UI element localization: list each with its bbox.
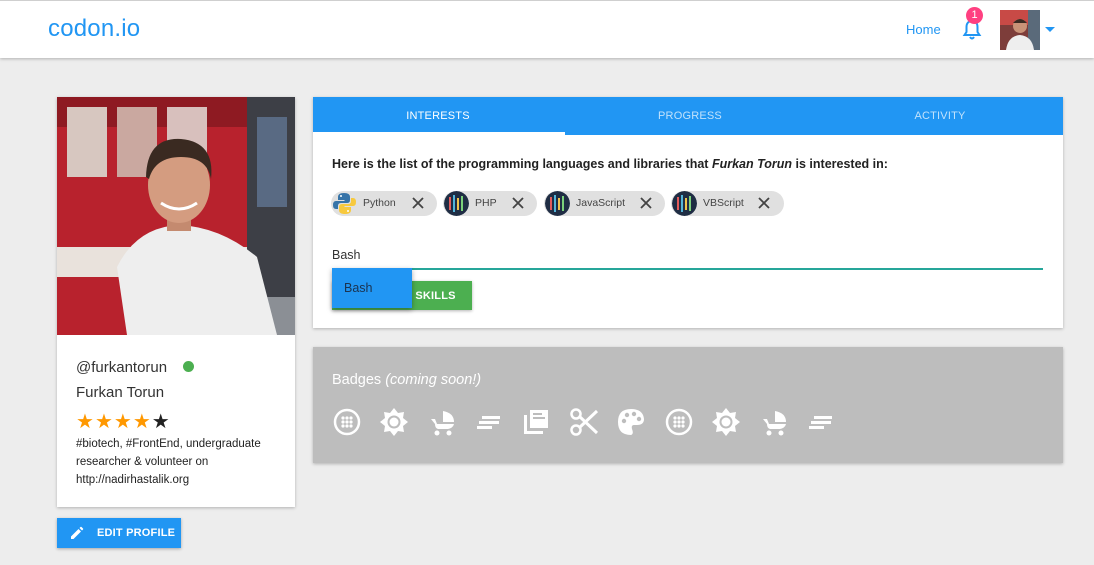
short-text-icon [809,416,832,429]
chip-label: Python [363,197,396,209]
top-navbar: codon.io Home 1 [0,0,1094,58]
close-icon[interactable] [757,196,771,210]
intro-text-end: is interested in: [792,157,888,171]
library-books-icon [524,410,548,434]
chip-label: PHP [475,197,497,209]
nav-home-link[interactable]: Home [906,22,941,37]
active-tab-indicator [313,132,565,135]
account-menu-caret[interactable] [1045,27,1055,32]
code-thumbnail-icon [444,191,469,216]
edit-profile-label: EDIT PROFILE [97,527,176,539]
blur-circular-icon [333,408,361,436]
interests-card: INTERESTS PROGRESS ACTIVITY Here is the … [313,97,1063,328]
profile-bio: #biotech, #FrontEnd, undergraduate resea… [76,438,261,486]
chip-label: VBScript [703,197,744,209]
edit-profile-button[interactable]: EDIT PROFILE [57,518,181,548]
badges-card: Badges (coming soon!) [313,347,1063,463]
star-icon: ★ [132,411,152,433]
badges-title: Badges (coming soon!) [332,372,481,388]
chip-label: JavaScript [576,197,626,209]
close-icon[interactable] [411,196,425,210]
blur-circular-icon [665,408,693,436]
short-text-icon [477,416,500,429]
autocomplete-option[interactable]: Bash [344,281,373,295]
brand-logo[interactable]: codon.io [48,15,140,43]
star-icon: ★ [113,411,133,433]
chip-vbscript: VBScript [671,191,784,216]
tab-activity[interactable]: ACTIVITY [815,97,1065,135]
badges-title-note: (coming soon!) [385,372,482,388]
brightness-icon [380,408,408,436]
chip-python: Python [331,191,437,216]
star-icon: ★ [76,411,95,433]
profile-photo [57,97,295,335]
stroller-icon [431,411,454,436]
interests-intro: Here is the list of the programming lang… [332,157,888,171]
autocomplete-dropdown: Bash [332,268,412,308]
palette-icon [618,409,644,435]
tab-interests[interactable]: INTERESTS [313,97,563,135]
pencil-icon [71,526,84,539]
profile-full-name: Furkan Torun [76,384,165,401]
python-logo-icon [332,191,357,216]
profile-username: @furkantorun [76,359,168,376]
star-outline-icon: ★ [151,411,171,433]
code-thumbnail-icon [672,191,697,216]
online-status-dot [183,361,194,372]
intro-user-name: Furkan Torun [711,157,793,171]
avatar[interactable] [1000,10,1040,50]
tab-progress[interactable]: PROGRESS [565,97,815,135]
profile-card: @furkantorun Furkan Torun ★★★★★ #biotech… [57,97,295,507]
chip-javascript: JavaScript [544,191,665,216]
intro-text: Here is the list of the programming lang… [332,157,712,171]
tab-bar: INTERESTS PROGRESS ACTIVITY [313,97,1063,135]
notification-badge: 1 [966,7,983,24]
scissors-icon [570,408,599,436]
stroller-icon [763,411,786,436]
badges-title-text: Badges [332,372,382,388]
code-thumbnail-icon [545,191,570,216]
chip-php: PHP [443,191,537,216]
rating-stars: ★★★★★ [76,409,171,434]
close-icon[interactable] [639,196,653,210]
brightness-icon [712,408,740,436]
skill-search-input[interactable] [332,242,1043,270]
star-icon: ★ [94,411,114,433]
close-icon[interactable] [511,196,525,210]
